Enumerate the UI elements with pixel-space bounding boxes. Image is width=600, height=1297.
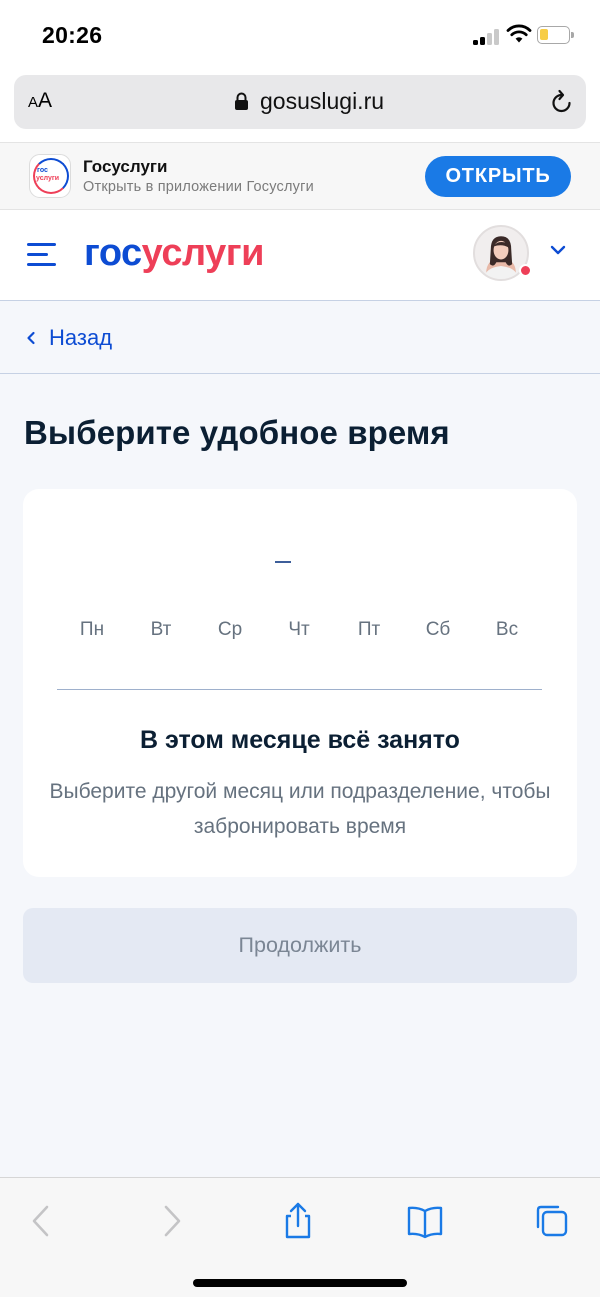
month-label [275,561,291,563]
weekday-tue: Вт [150,619,172,640]
status-bar: 20:26 [0,0,600,72]
url-text[interactable]: gosuslugi.ru [260,88,384,115]
weekday-thu: Чт [288,619,310,640]
chevron-down-icon[interactable] [549,244,567,256]
site-logo[interactable]: госуслуги [84,232,264,275]
gosuslugi-app-logo-icon: гос услуги [29,154,71,198]
text-size-button[interactable]: AA [28,89,52,113]
weekday-row: Пн Вт Ср Чт Пт Сб Вс [57,619,542,649]
weekday-mon: Пн [79,619,105,640]
site-header: госуслуги [0,210,600,301]
chevron-left-icon [27,331,35,345]
calendar-divider [57,689,542,690]
weekday-wed: Ср [217,619,243,640]
wifi-icon [506,24,532,43]
banner-subtitle: Открыть в приложении Госуслуги [83,179,314,195]
lock-icon [235,92,248,110]
page-title: Выберите удобное время [24,414,450,451]
weekday-sun: Вс [495,619,519,640]
back-arrow-icon[interactable] [22,1201,62,1241]
weekday-fri: Пт [357,619,381,640]
empty-state-text: Выберите другой месяц или подразделение,… [49,780,551,838]
share-icon[interactable] [278,1201,318,1241]
cellular-signal-icon [473,28,499,45]
open-app-button[interactable]: ОТКРЫТЬ [425,156,571,197]
bookmarks-icon[interactable] [405,1201,445,1241]
home-indicator [193,1279,407,1287]
browser-address-area: AA gosuslugi.ru [0,72,600,142]
app-banner: гос услуги Госуслуги Открыть в приложени… [0,142,600,210]
address-bar[interactable]: AA gosuslugi.ru [14,75,586,129]
banner-title: Госуслуги [83,157,168,176]
empty-state-title: В этом месяце всё занято [140,726,460,754]
forward-arrow-icon[interactable] [151,1201,191,1241]
menu-icon[interactable] [27,243,56,267]
weekday-sat: Сб [425,619,451,640]
reload-icon[interactable] [550,89,574,115]
battery-icon [537,26,574,44]
browser-toolbar [0,1177,600,1297]
status-time: 20:26 [42,22,103,48]
continue-button[interactable]: Продолжить [23,908,577,983]
back-bar: Назад [0,302,600,374]
back-link[interactable]: Назад [26,325,112,351]
notification-dot [519,264,532,277]
calendar-card: Пн Вт Ср Чт Пт Сб Вс В этом месяце всё з… [23,489,577,877]
back-label: Назад [49,325,113,350]
tabs-icon[interactable] [532,1201,572,1241]
